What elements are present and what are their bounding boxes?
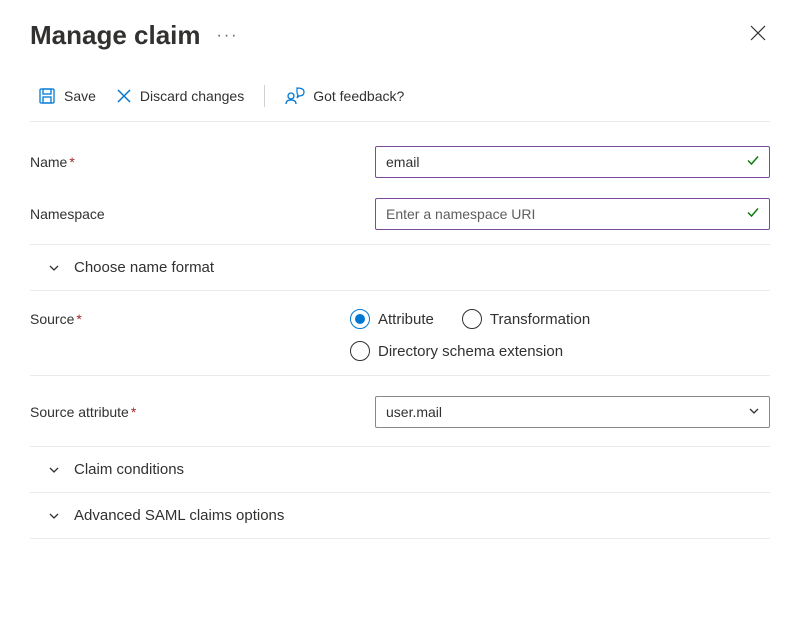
feedback-label: Got feedback? [313, 88, 404, 104]
feedback-button[interactable]: Got feedback? [285, 87, 404, 105]
source-label: Source* [30, 309, 350, 327]
choose-name-format-label: Choose name format [74, 259, 214, 276]
page-title: Manage claim [30, 20, 201, 51]
namespace-label: Namespace [30, 206, 375, 222]
radio-attribute[interactable]: Attribute [350, 309, 434, 329]
source-radio-group: Attribute Transformation Directory schem… [350, 309, 770, 361]
advanced-saml-toggle[interactable]: Advanced SAML claims options [30, 493, 770, 539]
namespace-input[interactable] [375, 198, 770, 230]
name-input[interactable] [375, 146, 770, 178]
more-menu[interactable]: ··· [217, 27, 239, 45]
discard-icon [116, 88, 132, 104]
toolbar: Save Discard changes Got feedback? [30, 75, 770, 122]
radio-transformation[interactable]: Transformation [462, 309, 590, 329]
chevron-down-icon [48, 262, 60, 274]
name-label: Name* [30, 154, 375, 170]
save-button[interactable]: Save [38, 87, 96, 105]
choose-name-format-toggle[interactable]: Choose name format [30, 245, 770, 291]
discard-button[interactable]: Discard changes [116, 88, 244, 104]
source-attribute-select[interactable]: user.mail [375, 396, 770, 428]
discard-label: Discard changes [140, 88, 244, 104]
claim-conditions-label: Claim conditions [74, 461, 184, 478]
close-button[interactable] [746, 20, 770, 51]
chevron-down-icon [48, 510, 60, 522]
source-attribute-label: Source attribute* [30, 404, 375, 420]
claim-conditions-toggle[interactable]: Claim conditions [30, 447, 770, 493]
chevron-down-icon [48, 464, 60, 476]
advanced-saml-label: Advanced SAML claims options [74, 507, 284, 524]
feedback-icon [285, 87, 305, 105]
radio-directory-extension[interactable]: Directory schema extension [350, 341, 563, 361]
save-icon [38, 87, 56, 105]
close-icon [750, 25, 766, 41]
save-label: Save [64, 88, 96, 104]
toolbar-divider [264, 85, 265, 107]
